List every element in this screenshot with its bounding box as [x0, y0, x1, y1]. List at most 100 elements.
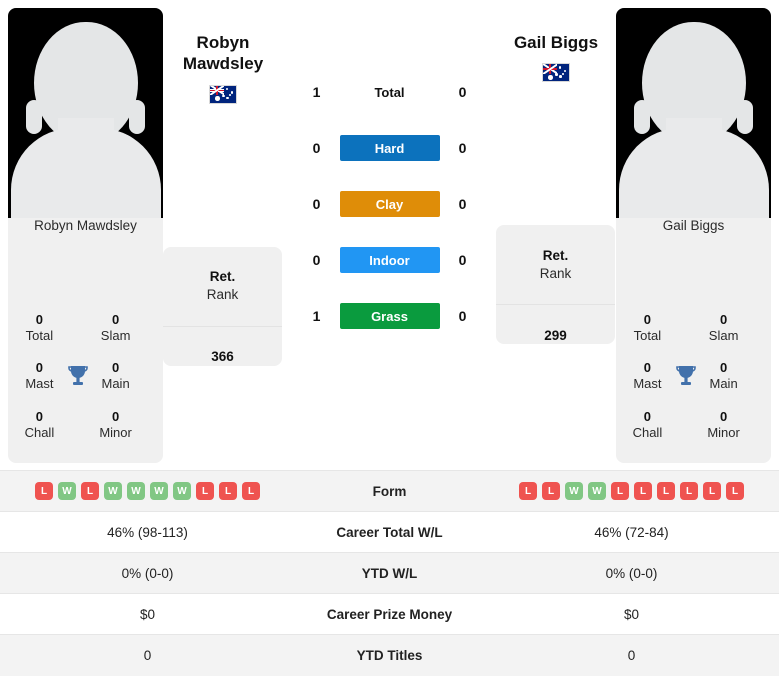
surface-hard-value-right: 0	[458, 140, 467, 156]
form-badges-right: LLWWLLLLLL	[484, 482, 779, 500]
player-name-left[interactable]: Robyn Mawdsley	[183, 32, 263, 75]
form-badge-loss[interactable]: L	[634, 482, 652, 500]
surface-total-value-left: 1	[312, 84, 321, 100]
surface-clay-value-right: 0	[458, 196, 467, 212]
player-photo-card-left[interactable]: Robyn Mawdsley 0 Total 0 Slam 0 Mast 0 M…	[8, 8, 163, 463]
stat-ytd_wl-left: 0% (0-0)	[121, 565, 174, 581]
titles-grid-left: 0 Total 0 Slam 0 Mast 0 Main 0 Chall 0 M…	[8, 312, 147, 442]
form-badge-win[interactable]: W	[58, 482, 76, 500]
table-row: L W L W W W W L L L Form L L W W L L L L L L	[0, 470, 779, 512]
player-avatar-right	[616, 8, 771, 218]
titles-chall-right: 0 Chall	[632, 408, 663, 440]
titles-chall-left: 0 Chall	[24, 408, 55, 440]
stat-ytd_titles-right: 0	[627, 647, 636, 663]
form-badge-win[interactable]: W	[150, 482, 168, 500]
surface-label-total[interactable]: Total	[340, 85, 440, 100]
surface-row-grass: 1 Grass 0	[283, 288, 496, 344]
player-name-right[interactable]: Gail Biggs	[514, 32, 598, 53]
stat-label-form: Form	[372, 483, 407, 499]
titles-row-chall-minor-right: 0 Chall 0 Minor	[622, 409, 749, 442]
titles-grid-right: 0 Total 0 Slam 0 Mast 0 Main 0 Chall 0 M…	[616, 312, 755, 442]
australia-flag-icon-left	[209, 84, 237, 104]
stat-label-career_prize_money: Career Prize Money	[326, 606, 453, 622]
surface-clay-value-left: 0	[312, 196, 321, 212]
surface-row-total: 1 Total 0	[283, 64, 496, 120]
titles-total-right: 0 Total	[633, 311, 662, 343]
player-name-column-right: Gail Biggs Ret. Rank 299 High	[496, 8, 616, 470]
titles-minor-left: 0 Minor	[99, 408, 132, 440]
surface-grass-value-left: 1	[312, 308, 321, 324]
stat-form-left: LWLWWWWLLL	[0, 471, 295, 512]
titles-minor-right: 0 Minor	[707, 408, 740, 440]
surface-row-clay: 0 Clay 0	[283, 176, 496, 232]
surface-label-indoor[interactable]: Indoor	[339, 247, 440, 273]
surface-comparison: 1 Total 0 0 Hard 0 0 Clay 0 0 Indoor 0 1 Grass 0	[283, 8, 496, 470]
form-badge-loss[interactable]: L	[196, 482, 214, 500]
titles-row-chall-minor-left: 0 Chall 0 Minor	[14, 409, 141, 442]
table-row: 0 YTD Titles 0	[0, 634, 779, 676]
surface-indoor-value-right: 0	[458, 252, 467, 268]
titles-total-left: 0 Total	[25, 311, 54, 343]
stat-form-right: LLWWLLLLLL	[484, 471, 779, 512]
titles-row-mast-main-left: 0 Mast 0 Main	[14, 360, 141, 393]
form-badge-loss[interactable]: L	[611, 482, 629, 500]
comparison-top-section: Robyn Mawdsley 0 Total 0 Slam 0 Mast 0 M…	[0, 0, 779, 470]
surface-row-indoor: 0 Indoor 0	[283, 232, 496, 288]
stat-label-ytd_wl: YTD W/L	[361, 565, 418, 581]
titles-mast-right: 0 Mast	[633, 360, 662, 392]
rank-high-right: 299 High	[496, 305, 615, 344]
form-badge-win[interactable]: W	[104, 482, 122, 500]
player-avatar-left	[8, 8, 163, 218]
titles-row-mast-main-right: 0 Mast 0 Main	[622, 360, 749, 393]
surface-indoor-value-left: 0	[312, 252, 321, 268]
player-photo-caption-left: Robyn Mawdsley	[34, 218, 137, 233]
form-badge-win[interactable]: W	[588, 482, 606, 500]
form-badge-loss[interactable]: L	[35, 482, 53, 500]
stat-career_prize_money-right: $0	[623, 606, 640, 622]
table-row: 0% (0-0) YTD W/L 0% (0-0)	[0, 552, 779, 594]
titles-main-left: 0 Main	[101, 360, 130, 392]
player-name-column-left: Robyn Mawdsley Ret. Rank 366	[163, 8, 283, 470]
stats-comparison-table: L W L W W W W L L L Form L L W W L L L L L L 46% (98-113) Care…	[0, 470, 779, 676]
titles-row-total-slam-left: 0 Total 0 Slam	[14, 312, 141, 345]
titles-slam-right: 0 Slam	[708, 311, 739, 343]
rank-panel-right: Ret. Rank 299 High 53 Age Plays	[496, 225, 615, 345]
titles-slam-left: 0 Slam	[100, 311, 131, 343]
stat-career_total_wl-right: 46% (72-84)	[594, 524, 669, 540]
rank-current-right: Ret. Rank	[496, 225, 615, 306]
table-row: $0 Career Prize Money $0	[0, 593, 779, 635]
stat-label-career_total_wl: Career Total W/L	[336, 524, 443, 540]
form-badge-loss[interactable]: L	[219, 482, 237, 500]
stat-label-ytd_titles: YTD Titles	[356, 647, 423, 663]
form-badge-loss[interactable]: L	[242, 482, 260, 500]
player-comparison-page: Robyn Mawdsley 0 Total 0 Slam 0 Mast 0 M…	[0, 0, 779, 699]
surface-total-value-right: 0	[458, 84, 467, 100]
form-badge-loss[interactable]: L	[542, 482, 560, 500]
surface-grass-value-right: 0	[458, 308, 467, 324]
trophy-icon	[65, 364, 90, 388]
player-photo-card-right[interactable]: Gail Biggs 0 Total 0 Slam 0 Mast 0 Main …	[616, 8, 771, 463]
form-badge-win[interactable]: W	[173, 482, 191, 500]
form-badge-loss[interactable]: L	[726, 482, 744, 500]
form-badge-loss[interactable]: L	[680, 482, 698, 500]
rank-panel-left: Ret. Rank 366 High 52 Age Plays	[163, 246, 282, 366]
titles-mast-left: 0 Mast	[25, 360, 54, 392]
rank-high-left: 366 High	[163, 327, 282, 366]
titles-main-right: 0 Main	[709, 360, 738, 392]
form-badge-win[interactable]: W	[565, 482, 583, 500]
surface-label-hard[interactable]: Hard	[339, 135, 440, 161]
australia-flag-icon-right	[542, 63, 570, 83]
surface-label-grass[interactable]: Grass	[339, 303, 440, 329]
form-badge-loss[interactable]: L	[657, 482, 675, 500]
surface-label-clay[interactable]: Clay	[339, 191, 440, 217]
form-badges-left: LWLWWWWLLL	[0, 482, 295, 500]
stat-ytd_wl-right: 0% (0-0)	[605, 565, 658, 581]
form-badge-loss[interactable]: L	[519, 482, 537, 500]
form-badge-loss[interactable]: L	[703, 482, 721, 500]
form-badge-win[interactable]: W	[127, 482, 145, 500]
stat-career_total_wl-left: 46% (98-113)	[107, 524, 188, 540]
form-badge-loss[interactable]: L	[81, 482, 99, 500]
rank-current-left: Ret. Rank	[163, 247, 282, 327]
titles-row-total-slam-right: 0 Total 0 Slam	[622, 312, 749, 345]
player-photo-caption-right: Gail Biggs	[662, 218, 725, 233]
